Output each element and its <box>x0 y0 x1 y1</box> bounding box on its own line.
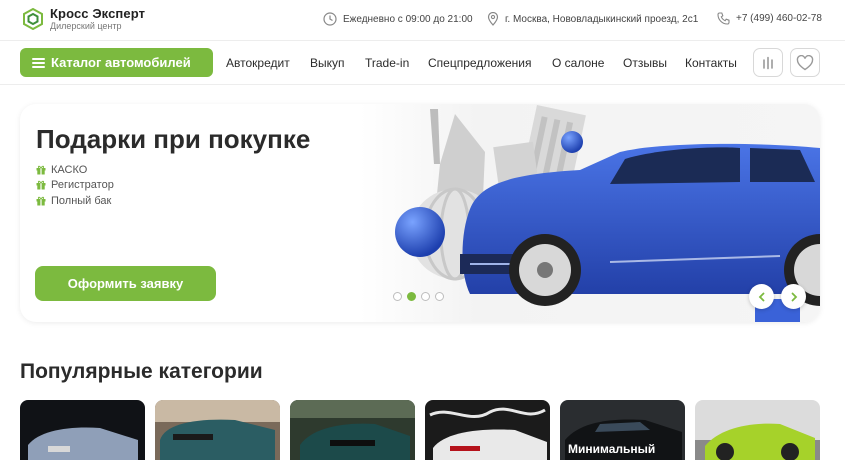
logo-icon <box>23 8 43 30</box>
category-card[interactable] <box>695 400 820 460</box>
banner-title: Подарки при покупке <box>36 124 311 154</box>
gift-label: Полный бак <box>51 194 112 207</box>
address[interactable]: г. Москва, Нововладыкинский проезд, 2с1 <box>487 12 698 26</box>
slider-dot[interactable] <box>393 292 402 301</box>
nav-link-buyout[interactable]: Выкуп <box>310 56 345 70</box>
slider-dot[interactable] <box>435 292 444 301</box>
compare-button[interactable] <box>753 48 783 77</box>
menu-icon <box>32 57 45 68</box>
phone[interactable]: +7 (499) 460-02-78 <box>717 12 822 25</box>
chevron-left-icon <box>758 292 764 301</box>
main-nav: Каталог автомобилей Автокредит Выкуп Tra… <box>0 40 845 85</box>
category-image <box>425 400 550 460</box>
categories-title: Популярные категории <box>20 360 263 383</box>
nav-link-contacts[interactable]: Контакты <box>685 56 737 70</box>
favorites-button[interactable] <box>790 48 820 77</box>
category-image <box>20 400 145 460</box>
working-hours: Ежедневно с 09:00 до 21:00 <box>323 12 473 26</box>
gift-icon <box>36 165 46 175</box>
category-image <box>155 400 280 460</box>
nav-link-about[interactable]: О салоне <box>552 56 604 70</box>
category-card[interactable] <box>20 400 145 460</box>
gift-item: Регистратор <box>36 178 114 194</box>
clock-icon <box>323 12 337 26</box>
logo-subtitle: Дилерский центр <box>50 21 122 31</box>
top-bar: Кросс Эксперт Дилерский центр Ежедневно … <box>0 0 845 40</box>
phone-icon <box>717 12 730 25</box>
category-card[interactable] <box>290 400 415 460</box>
nav-link-reviews[interactable]: Отзывы <box>623 56 667 70</box>
gift-icon <box>36 181 46 190</box>
logo[interactable]: Кросс Эксперт Дилерский центр <box>22 7 145 31</box>
gift-item: КАСКО <box>36 162 114 178</box>
category-card[interactable] <box>425 400 550 460</box>
nav-link-credit[interactable]: Автокредит <box>226 56 290 70</box>
gift-label: КАСКО <box>51 163 88 176</box>
heart-icon <box>796 54 814 70</box>
logo-title: Кросс Эксперт <box>50 6 146 21</box>
slider-dot[interactable] <box>421 292 430 301</box>
compare-icon <box>763 56 773 69</box>
slider-dots <box>393 292 449 301</box>
slider-next-button[interactable] <box>781 284 806 309</box>
nav-link-trade-in[interactable]: Trade-in <box>365 56 409 70</box>
category-label: Минимальный <box>568 442 656 456</box>
chevron-right-icon <box>791 292 797 301</box>
gift-label: Регистратор <box>51 179 114 192</box>
category-image <box>695 400 820 460</box>
address-text: г. Москва, Нововладыкинский проезд, 2с1 <box>505 13 699 25</box>
location-pin-icon <box>487 12 499 26</box>
order-button[interactable]: Оформить заявку <box>35 266 216 301</box>
category-card[interactable]: Минимальный <box>560 400 685 460</box>
category-image <box>290 400 415 460</box>
slider-prev-button[interactable] <box>749 284 774 309</box>
gift-list: КАСКО Регистратор Полный бак <box>36 162 114 209</box>
category-card[interactable] <box>155 400 280 460</box>
gift-item: Полный бак <box>36 193 114 209</box>
catalog-button[interactable]: Каталог автомобилей <box>20 48 213 77</box>
promo-banner: Подарки при покупке КАСКО Регистратор По… <box>20 104 820 322</box>
slider-dot-active[interactable] <box>407 292 416 301</box>
catalog-button-label: Каталог автомобилей <box>51 55 191 70</box>
gift-icon <box>36 196 46 206</box>
phone-text: +7 (499) 460-02-78 <box>736 13 822 24</box>
hours-text: Ежедневно с 09:00 до 21:00 <box>343 13 473 25</box>
nav-link-special-offers[interactable]: Спецпредложения <box>428 56 532 70</box>
